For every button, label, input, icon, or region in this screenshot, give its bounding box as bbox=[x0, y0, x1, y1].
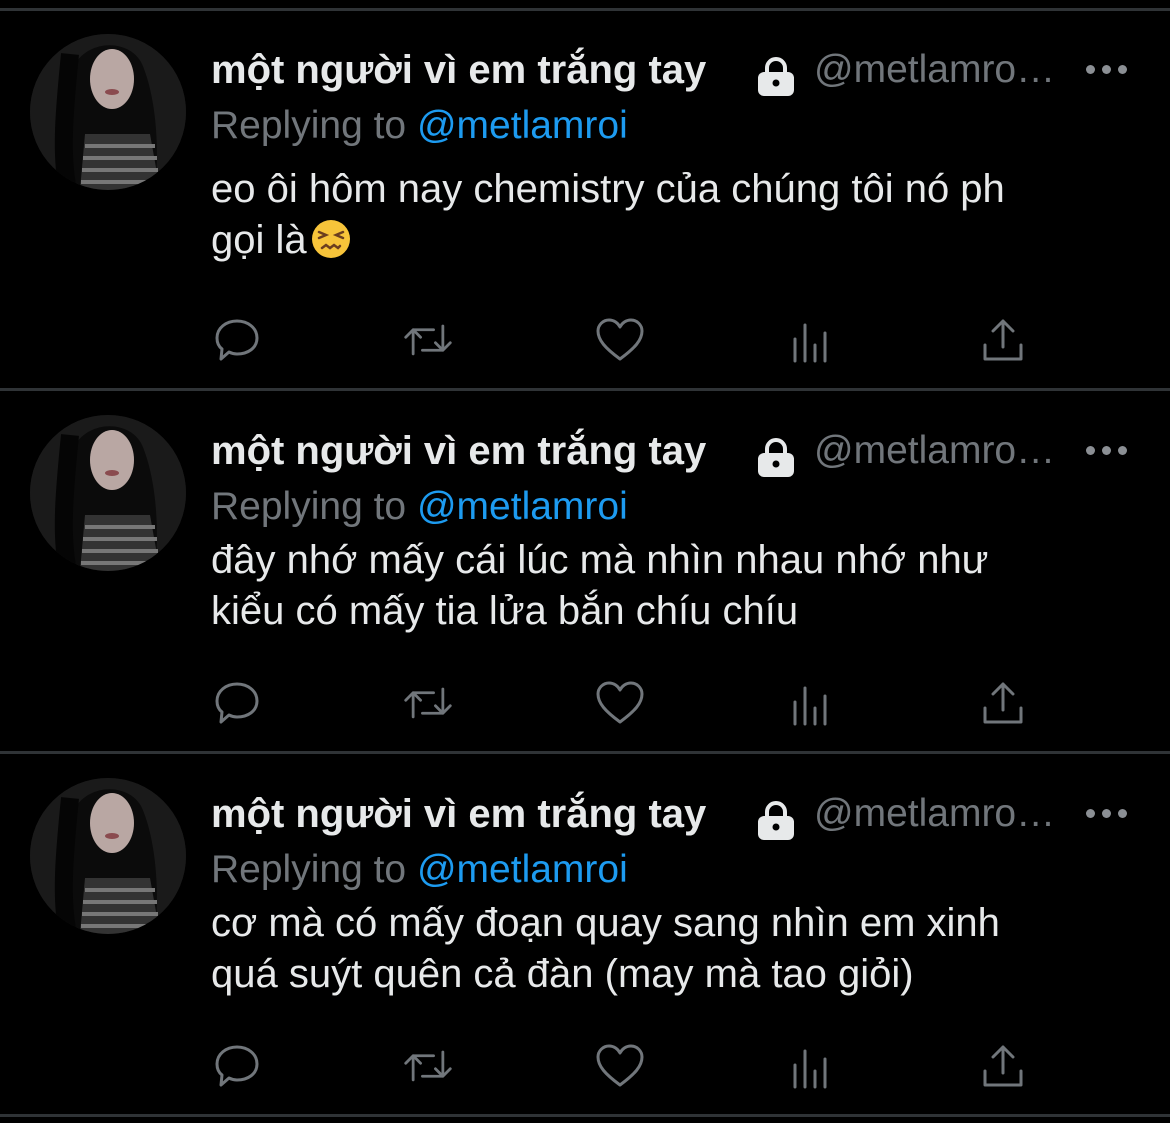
tweet-text-line: cơ mà có mấy đoạn quay sang nhìn em xinh bbox=[211, 901, 1000, 945]
like-button[interactable] bbox=[594, 1041, 646, 1091]
tweet-text-line: gọi là bbox=[211, 218, 307, 262]
tweet-divider bbox=[0, 751, 1170, 754]
analytics-button[interactable] bbox=[785, 315, 837, 365]
like-button[interactable] bbox=[594, 678, 646, 728]
avatar[interactable] bbox=[30, 778, 186, 934]
tweet[interactable]: một người vì em trắng tay @metlamro… Rep… bbox=[0, 393, 1170, 751]
lock-icon bbox=[758, 57, 794, 96]
avatar-image bbox=[30, 415, 186, 571]
reply-icon bbox=[215, 319, 259, 361]
tweet-header: một người vì em trắng tay @metlamro… bbox=[211, 42, 1141, 102]
tweet-text-line: quá suýt quên cả đàn (may mà tao giỏi) bbox=[211, 952, 914, 996]
tweet-actions bbox=[211, 315, 1071, 365]
reply-icon bbox=[215, 682, 259, 724]
retweet-button[interactable] bbox=[402, 678, 454, 728]
share-icon bbox=[983, 1045, 1023, 1087]
tweet-text-line: đây nhớ mấy cái lúc mà nhìn nhau nhớ như bbox=[211, 538, 989, 582]
tweet-header: một người vì em trắng tay @metlamro… bbox=[211, 786, 1141, 846]
share-button[interactable] bbox=[977, 315, 1029, 365]
tweet-text: đây nhớ mấy cái lúc mà nhìn nhau nhớ như… bbox=[211, 535, 1131, 637]
more-icon[interactable] bbox=[1086, 62, 1128, 78]
display-name[interactable]: một người vì em trắng tay bbox=[211, 429, 706, 474]
tweet-header: một người vì em trắng tay @metlamro… bbox=[211, 423, 1141, 483]
share-button[interactable] bbox=[977, 1041, 1029, 1091]
like-icon bbox=[596, 1044, 644, 1087]
reply-prefix: Replying to bbox=[211, 848, 407, 891]
display-name[interactable]: một người vì em trắng tay bbox=[211, 792, 706, 837]
more-icon[interactable] bbox=[1086, 806, 1128, 822]
lock-icon bbox=[758, 438, 794, 477]
reply-prefix: Replying to bbox=[211, 104, 407, 147]
retweet-icon bbox=[404, 1050, 452, 1082]
user-handle[interactable]: @metlamro… bbox=[814, 792, 1055, 836]
tweet-text: cơ mà có mấy đoạn quay sang nhìn em xinh… bbox=[211, 898, 1131, 1000]
more-icon[interactable] bbox=[1086, 443, 1128, 459]
retweet-button[interactable] bbox=[402, 1041, 454, 1091]
display-name[interactable]: một người vì em trắng tay bbox=[211, 48, 706, 93]
replying-to: Replying to @metlamroi bbox=[211, 104, 628, 148]
user-handle[interactable]: @metlamro… bbox=[814, 48, 1055, 92]
tweet-actions bbox=[211, 1041, 1071, 1091]
tweet[interactable]: một người vì em trắng tay @metlamro… Rep… bbox=[0, 12, 1170, 388]
tweet-text-line: eo ôi hôm nay chemistry của chúng tôi nó… bbox=[211, 167, 1005, 211]
reply-icon bbox=[215, 1045, 259, 1087]
retweet-button[interactable] bbox=[402, 315, 454, 365]
reply-button[interactable] bbox=[211, 678, 263, 728]
share-icon bbox=[983, 319, 1023, 361]
share-icon bbox=[983, 682, 1023, 724]
reply-mention-link[interactable]: @metlamroi bbox=[417, 485, 628, 528]
like-button[interactable] bbox=[594, 315, 646, 365]
lock-icon bbox=[758, 801, 794, 840]
top-divider bbox=[0, 8, 1170, 11]
analytics-button[interactable] bbox=[785, 678, 837, 728]
like-icon bbox=[596, 681, 644, 724]
reply-mention-link[interactable]: @metlamroi bbox=[417, 104, 628, 147]
bottom-divider bbox=[0, 1114, 1170, 1117]
tweet-actions bbox=[211, 678, 1071, 728]
retweet-icon bbox=[404, 324, 452, 356]
like-icon bbox=[596, 318, 644, 361]
avatar-image bbox=[30, 778, 186, 934]
avatar-image bbox=[30, 34, 186, 190]
replying-to: Replying to @metlamroi bbox=[211, 848, 628, 892]
analytics-icon bbox=[793, 686, 827, 726]
tweet[interactable]: một người vì em trắng tay @metlamro… Rep… bbox=[0, 756, 1170, 1114]
reply-button[interactable] bbox=[211, 315, 263, 365]
tweet-text: eo ôi hôm nay chemistry của chúng tôi nó… bbox=[211, 164, 1131, 266]
analytics-icon bbox=[793, 1049, 827, 1089]
analytics-button[interactable] bbox=[785, 1041, 837, 1091]
avatar[interactable] bbox=[30, 34, 186, 190]
tweet-text-line: kiểu có mấy tia lửa bắn chíu chíu bbox=[211, 589, 799, 633]
analytics-icon bbox=[793, 323, 827, 363]
confounded-face-emoji bbox=[311, 220, 350, 258]
reply-prefix: Replying to bbox=[211, 485, 407, 528]
avatar[interactable] bbox=[30, 415, 186, 571]
share-button[interactable] bbox=[977, 678, 1029, 728]
tweet-divider bbox=[0, 388, 1170, 391]
replying-to: Replying to @metlamroi bbox=[211, 485, 628, 529]
user-handle[interactable]: @metlamro… bbox=[814, 429, 1055, 473]
reply-button[interactable] bbox=[211, 1041, 263, 1091]
retweet-icon bbox=[404, 687, 452, 719]
reply-mention-link[interactable]: @metlamroi bbox=[417, 848, 628, 891]
tweet-text-line-with-emoji: gọi là bbox=[211, 215, 1131, 266]
